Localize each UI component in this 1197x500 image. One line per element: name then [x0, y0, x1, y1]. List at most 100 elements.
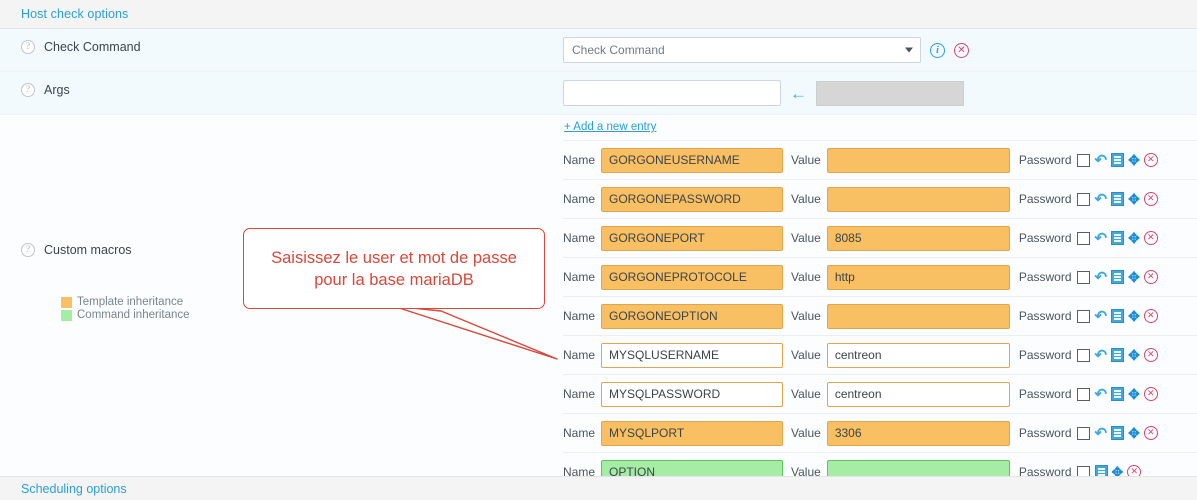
delete-circle-icon[interactable]: ✕	[1144, 231, 1158, 245]
macro-name-input[interactable]: GORGONEOPTION	[601, 304, 783, 329]
macro-name-input[interactable]: GORGONEPASSWORD	[601, 187, 783, 212]
add-new-entry-link[interactable]: + Add a new entry	[563, 115, 656, 140]
inheritance-legend: Template inheritance Command inheritance	[55, 293, 205, 324]
macro-value-input[interactable]: 8085	[827, 226, 1010, 251]
password-label: Password	[1019, 426, 1072, 440]
custom-macros-section: ? Custom macros Template inheritance Com…	[0, 115, 1197, 492]
macro-value-input[interactable]: 3306	[827, 421, 1010, 446]
macro-value-input[interactable]: http	[827, 265, 1010, 290]
section-title: Host check options	[21, 7, 128, 21]
question-mark-icon[interactable]: ?	[21, 83, 35, 97]
macro-row: NameGORGONEPASSWORDValuePassword↶✥✕	[563, 180, 1197, 219]
macro-row-actions: Password ↶ ✥ ✕	[1019, 426, 1162, 441]
macro-value-label: Value	[791, 231, 821, 245]
password-label: Password	[1019, 192, 1072, 206]
checkbox-icon[interactable]	[1077, 427, 1090, 440]
legend-label-template: Template inheritance	[77, 296, 183, 308]
move-icon[interactable]: ✥	[1128, 231, 1140, 245]
command-inheritance-swatch-icon	[61, 310, 72, 321]
legend-item-command: Command inheritance	[61, 309, 199, 321]
description-icon[interactable]	[1111, 270, 1124, 284]
args-input[interactable]	[563, 80, 781, 106]
legend-item-template: Template inheritance	[61, 296, 199, 308]
form-row-check-command: ? Check Command Check Command i ✕	[0, 29, 1197, 72]
undo-icon[interactable]: ↶	[1095, 387, 1108, 402]
add-entry-row: + Add a new entry	[563, 115, 1197, 141]
macro-row: NameGORGONEPORTValue8085Password↶✥✕	[563, 219, 1197, 258]
delete-circle-icon[interactable]: ✕	[1144, 348, 1158, 362]
undo-icon[interactable]: ↶	[1095, 270, 1108, 285]
move-icon[interactable]: ✥	[1128, 270, 1140, 284]
description-icon[interactable]	[1111, 309, 1124, 323]
macro-value-input[interactable]: centreon	[827, 343, 1010, 368]
delete-circle-icon[interactable]: ✕	[954, 43, 969, 58]
macro-value-input[interactable]	[827, 304, 1010, 329]
macro-name-input[interactable]: MYSQLUSERNAME	[601, 343, 783, 368]
macro-name-input[interactable]: GORGONEUSERNAME	[601, 148, 783, 173]
checkbox-icon[interactable]	[1077, 232, 1090, 245]
checkbox-icon[interactable]	[1077, 154, 1090, 167]
section-header-scheduling-options[interactable]: Scheduling options	[0, 476, 1197, 500]
undo-icon[interactable]: ↶	[1095, 348, 1108, 363]
macro-name-input[interactable]: MYSQLPASSWORD	[601, 382, 783, 407]
undo-icon[interactable]: ↶	[1095, 426, 1108, 441]
macro-name-label: Name	[563, 426, 595, 440]
move-icon[interactable]: ✥	[1128, 348, 1140, 362]
macro-name-label: Name	[563, 153, 595, 167]
delete-circle-icon[interactable]: ✕	[1144, 387, 1158, 401]
checkbox-icon[interactable]	[1077, 388, 1090, 401]
delete-circle-icon[interactable]: ✕	[1144, 426, 1158, 440]
macro-name-input[interactable]: GORGONEPROTOCOLE	[601, 265, 783, 290]
macro-value-label: Value	[791, 387, 821, 401]
macro-rows-container: Name GORGONEUSERNAME Value Password ↶ ✥ ✕ Name G…	[563, 141, 1197, 492]
question-mark-icon[interactable]: ?	[21, 243, 35, 257]
undo-icon[interactable]: ↶	[1095, 153, 1108, 168]
description-icon[interactable]	[1111, 153, 1124, 167]
annotation-callout-text: Saisissez le user et mot de passe pour l…	[244, 247, 544, 291]
args-label: Args	[44, 83, 70, 97]
macro-row: NameGORGONEOPTIONValuePassword↶✥✕	[563, 297, 1197, 336]
description-icon[interactable]	[1111, 387, 1124, 401]
macro-value-label: Value	[791, 270, 821, 284]
args-readonly-box	[816, 81, 964, 106]
control-cell-args: ←	[555, 72, 1197, 114]
delete-circle-icon[interactable]: ✕	[1144, 153, 1158, 167]
template-inheritance-swatch-icon	[61, 297, 72, 308]
macro-value-input[interactable]: centreon	[827, 382, 1010, 407]
move-icon[interactable]: ✥	[1128, 153, 1140, 167]
macro-value-input[interactable]	[827, 148, 1010, 173]
password-label: Password	[1019, 153, 1072, 167]
password-label: Password	[1019, 231, 1072, 245]
checkbox-icon[interactable]	[1077, 193, 1090, 206]
move-icon[interactable]: ✥	[1128, 426, 1140, 440]
move-icon[interactable]: ✥	[1128, 192, 1140, 206]
check-command-select-value: Check Command	[572, 43, 665, 57]
description-icon[interactable]	[1111, 348, 1124, 362]
checkbox-icon[interactable]	[1077, 310, 1090, 323]
label-cell-check-command: ? Check Command	[0, 29, 555, 65]
delete-circle-icon[interactable]: ✕	[1144, 192, 1158, 206]
arrow-left-icon[interactable]: ←	[790, 85, 807, 102]
macro-name-input[interactable]: GORGONEPORT	[601, 226, 783, 251]
checkbox-icon[interactable]	[1077, 349, 1090, 362]
delete-circle-icon[interactable]: ✕	[1144, 309, 1158, 323]
macro-name-input[interactable]: MYSQLPORT	[601, 421, 783, 446]
description-icon[interactable]	[1111, 231, 1124, 245]
info-circle-icon[interactable]: i	[930, 43, 945, 58]
move-icon[interactable]: ✥	[1128, 309, 1140, 323]
macro-row-actions: Password↶✥✕	[1019, 309, 1162, 324]
macro-value-input[interactable]	[827, 187, 1010, 212]
macro-row-actions: Password↶✥✕	[1019, 387, 1162, 402]
macro-row-actions: Password↶✥✕	[1019, 270, 1162, 285]
description-icon[interactable]	[1111, 192, 1124, 206]
check-command-select[interactable]: Check Command	[563, 37, 921, 63]
description-icon[interactable]	[1111, 426, 1124, 440]
checkbox-icon[interactable]	[1077, 271, 1090, 284]
custom-macros-label-group: ? Custom macros	[21, 243, 132, 257]
undo-icon[interactable]: ↶	[1095, 192, 1108, 207]
undo-icon[interactable]: ↶	[1095, 309, 1108, 324]
question-mark-icon[interactable]: ?	[21, 40, 35, 54]
move-icon[interactable]: ✥	[1128, 387, 1140, 401]
undo-icon[interactable]: ↶	[1095, 231, 1108, 246]
delete-circle-icon[interactable]: ✕	[1144, 270, 1158, 284]
